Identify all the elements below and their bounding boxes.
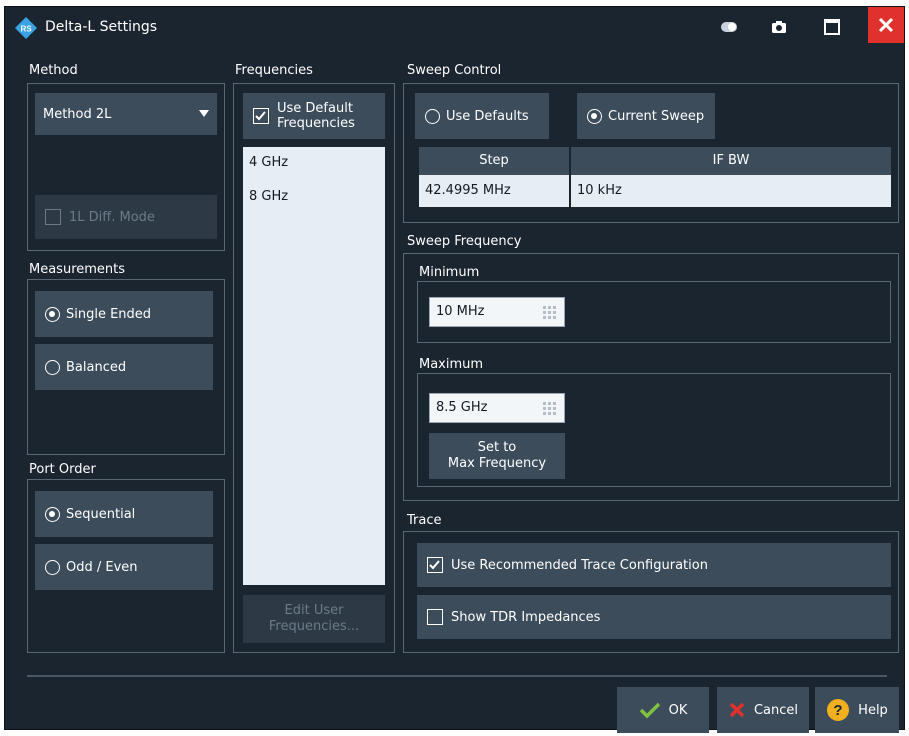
minimum-value: 10 MHz [436,304,485,319]
single-ended-radio[interactable]: Single Ended [35,291,213,337]
maximize-icon[interactable] [818,13,846,41]
title-bar[interactable]: RS Delta-L Settings [5,7,904,47]
diff-mode-checkbox[interactable]: 1L Diff. Mode [35,195,217,239]
window-title: Delta-L Settings [45,19,158,35]
sweep-control-label: Sweep Control [407,63,502,78]
keypad-icon[interactable] [542,401,558,417]
help-button[interactable]: ? Help [815,687,899,733]
cancel-label: Cancel [753,702,799,718]
rohde-schwarz-logo-icon: RS [15,17,37,39]
edit-line2: Frequencies... [268,619,360,634]
recommended-trace-label: Use Recommended Trace Configuration [451,557,708,573]
odd-even-label: Odd / Even [66,559,138,575]
cancel-button[interactable]: Cancel [717,687,809,733]
set-to-max-frequency-button[interactable]: Set to Max Frequency [429,433,565,479]
use-default-frequencies-checkbox[interactable]: Use Default Frequencies [243,93,385,139]
balanced-radio[interactable]: Balanced [35,344,213,390]
checkbox-icon [45,209,61,225]
minimum-field[interactable]: 10 MHz [429,297,565,327]
maximum-field[interactable]: 8.5 GHz [429,393,565,423]
help-icon: ? [827,699,850,721]
use-default-line2: Frequencies [277,116,355,131]
diff-mode-label: 1L Diff. Mode [69,209,155,225]
checkbox-unchecked-icon [427,609,443,625]
odd-even-radio[interactable]: Odd / Even [35,544,213,590]
edit-line1: Edit User [284,603,344,618]
footer-divider [27,675,887,677]
use-defaults-label: Use Defaults [446,108,529,124]
chevron-down-icon [199,110,209,117]
sequential-radio[interactable]: Sequential [35,491,213,537]
frequency-list[interactable]: 4 GHz 8 GHz [243,147,385,585]
list-item[interactable]: 8 GHz [249,189,288,204]
help-label: Help [858,702,888,718]
use-default-line1: Use Default [277,101,353,116]
maximum-label: Maximum [419,357,484,372]
port-order-label: Port Order [29,462,96,477]
ok-label: OK [668,702,688,718]
sweep-frequency-label: Sweep Frequency [407,234,522,249]
checkbox-checked-icon [253,108,269,124]
set-max-line1: Set to [477,440,517,455]
table-header-step: Step [419,147,569,175]
radio-checked-icon [587,108,602,124]
show-tdr-checkbox[interactable]: Show TDR Impedances [417,595,891,639]
checkbox-checked-icon [427,557,443,573]
close-icon [878,17,894,33]
keypad-icon[interactable] [542,305,558,321]
current-sweep-radio[interactable]: Current Sweep [577,93,715,139]
balanced-label: Balanced [66,359,127,375]
measurements-label: Measurements [29,262,126,277]
trace-label: Trace [407,513,442,528]
radio-checked-icon [45,506,60,522]
close-icon [729,702,745,718]
radio-unchecked-icon [45,559,60,575]
camera-icon[interactable] [765,13,793,41]
list-item[interactable]: 4 GHz [249,155,288,170]
minimum-label: Minimum [419,265,480,280]
method-dropdown[interactable]: Method 2L [35,93,217,135]
close-button[interactable] [868,7,904,43]
current-sweep-label: Current Sweep [608,108,705,124]
use-defaults-radio[interactable]: Use Defaults [415,93,549,139]
set-max-line2: Max Frequency [447,456,547,471]
recommended-trace-checkbox[interactable]: Use Recommended Trace Configuration [417,543,891,587]
checkmark-icon [639,702,660,719]
sequential-label: Sequential [66,506,136,522]
toggle-icon[interactable] [715,13,743,41]
method-dropdown-value: Method 2L [43,106,112,122]
table-header-if-bw: IF BW [571,147,891,175]
method-label: Method [29,63,78,78]
show-tdr-label: Show TDR Impedances [451,609,601,625]
table-cell-if-bw[interactable]: 10 kHz [571,175,891,207]
svg-text:?: ? [834,702,843,719]
table-cell-step[interactable]: 42.4995 MHz [419,175,569,207]
radio-checked-icon [45,306,60,322]
edit-user-frequencies-button[interactable]: Edit User Frequencies... [243,595,385,643]
radio-unchecked-icon [45,359,60,375]
delta-l-settings-dialog: RS Delta-L Settings Method Method 2L 1L [4,6,905,733]
ok-button[interactable]: OK [617,687,709,733]
svg-text:RS: RS [20,25,32,34]
frequencies-label: Frequencies [235,63,313,78]
radio-unchecked-icon [425,108,440,124]
single-ended-label: Single Ended [66,306,152,322]
maximum-value: 8.5 GHz [436,400,488,415]
